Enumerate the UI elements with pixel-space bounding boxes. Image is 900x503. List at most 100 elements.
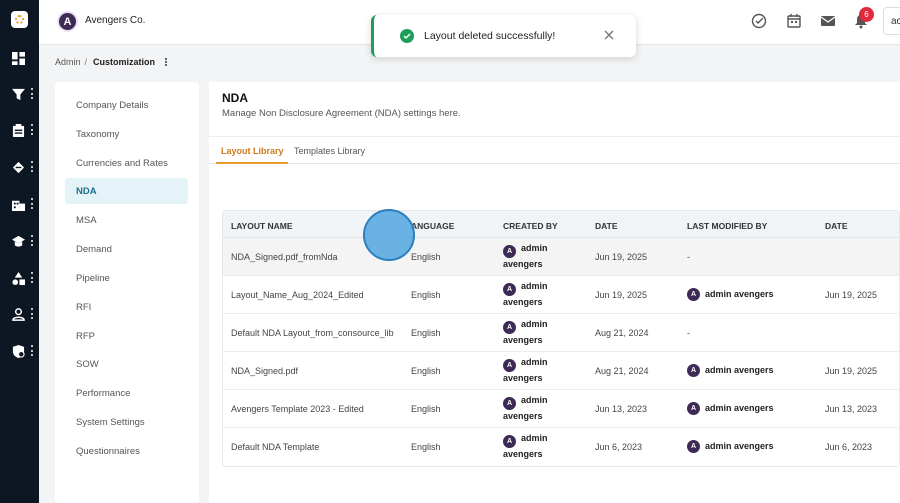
rail-menu-dots-icon[interactable] [31,88,34,99]
table-header: LAYOUT NAME ANGUAGE CREATED BY DATE LAST… [223,211,899,238]
creator-last-name: avengers [503,373,543,383]
rail-item-funnel[interactable] [0,84,39,104]
rail-menu-dots-icon[interactable] [31,345,34,356]
creator-first-name: admin [521,395,548,405]
tab-layout-library[interactable]: Layout Library [221,146,284,156]
menu-item-performance[interactable]: Performance [65,380,188,406]
date-cell: Jun 6, 2023 [595,442,643,452]
language-cell: English [411,252,441,262]
rail-menu-dots-icon[interactable] [31,161,34,172]
active-tab-indicator [216,162,288,164]
rail-menu-dots-icon[interactable] [31,272,34,283]
rail-item-shapes[interactable] [0,268,39,288]
layouts-table: LAYOUT NAME ANGUAGE CREATED BY DATE LAST… [222,210,900,467]
calendar-icon[interactable] [786,13,802,29]
rail-menu-dots-icon[interactable] [31,235,34,246]
logo-icon[interactable] [11,11,28,28]
layout-name-cell[interactable]: Layout_Name_Aug_2024_Edited [231,290,364,300]
column-header-modified-date[interactable]: DATE [825,221,848,231]
close-icon[interactable] [603,29,615,41]
menu-item-questionnaires[interactable]: Questionnaires [65,438,188,464]
creator-last-name: avengers [503,297,543,307]
column-header-language[interactable]: ANGUAGE [411,221,454,231]
avatar: A [503,245,516,258]
dashboard-icon [12,51,25,65]
menu-item-pipeline[interactable]: Pipeline [65,265,188,291]
rail-item-education[interactable] [0,231,39,251]
modifier-name: admin avengers [705,365,774,375]
layout-name-cell[interactable]: Default NDA Layout_from_consource_lib [231,328,394,338]
column-header-last-modified-by[interactable]: LAST MODIFIED BY [687,221,767,231]
page-subtitle: Manage Non Disclosure Agreement (NDA) se… [222,108,461,119]
breadcrumb-separator: / [84,57,88,67]
table-row[interactable]: Layout_Name_Aug_2024_Edited English A ad… [223,276,899,314]
menu-item-rfp[interactable]: RFP [65,323,188,349]
menu-item-msa[interactable]: MSA [65,207,188,233]
brand-logo[interactable]: A [57,11,78,32]
language-cell: English [411,290,441,300]
menu-item-company-details[interactable]: Company Details [65,92,188,118]
date-cell: Jun 19, 2025 [595,252,648,262]
menu-item-nda[interactable]: NDA [65,178,188,204]
menu-item-taxonomy[interactable]: Taxonomy [65,121,188,147]
kebab-menu-icon[interactable] [165,58,168,66]
date-cell: Aug 21, 2024 [595,328,649,338]
column-header-date[interactable]: DATE [595,221,618,231]
creator-last-name: avengers [503,411,543,421]
creator-first-name: admin [521,243,548,253]
notification-badge: 6 [859,7,874,22]
creator-last-name: avengers [503,335,543,345]
success-toast: Layout deleted successfully! [371,15,636,57]
menu-item-demand[interactable]: Demand [65,236,188,262]
brand-name: Avengers Co. [85,15,146,26]
avatar: A [503,397,516,410]
modified-date-cell: Jun 13, 2023 [825,404,878,414]
user-menu[interactable]: ac [883,7,900,35]
check-circle-icon[interactable] [751,13,767,29]
rail-item-handshake[interactable] [0,157,39,177]
layout-name-cell[interactable]: Avengers Template 2023 - Edited [231,404,364,414]
language-cell: English [411,442,441,452]
modifier-name: admin avengers [705,441,774,451]
mail-icon[interactable] [820,13,836,29]
avatar: A [503,359,516,372]
avatar: A [687,440,700,453]
modifier-name: admin avengers [705,403,774,413]
menu-item-currencies[interactable]: Currencies and Rates [65,150,188,176]
page-title: NDA [222,91,248,105]
table-row[interactable]: Default NDA Template English A admin ave… [223,428,899,466]
creator-last-name: avengers [503,259,543,269]
rail-item-dashboard[interactable] [0,48,39,68]
admin-settings-icon [12,344,25,358]
menu-item-system-settings[interactable]: System Settings [65,409,188,435]
main-content: NDA Manage Non Disclosure Agreement (NDA… [209,82,900,503]
rail-menu-dots-icon[interactable] [31,308,34,319]
layout-name-cell[interactable]: NDA_Signed.pdf [231,366,298,376]
rail-item-user[interactable] [0,304,39,324]
rail-menu-dots-icon[interactable] [31,198,34,209]
rail-item-clipboard[interactable] [0,120,39,140]
menu-item-sow[interactable]: SOW [65,351,188,377]
layout-name-cell[interactable]: Default NDA Template [231,442,319,452]
breadcrumb-admin[interactable]: Admin [55,57,81,67]
date-cell: Aug 21, 2024 [595,366,649,376]
modified-date-cell: Jun 6, 2023 [825,442,873,452]
tab-templates-library[interactable]: Templates Library [294,146,365,156]
table-row[interactable]: Avengers Template 2023 - Edited English … [223,390,899,428]
rail-item-admin[interactable] [0,341,39,361]
success-check-icon [400,29,414,43]
column-header-layout-name[interactable]: LAYOUT NAME [231,221,293,231]
left-nav-rail [0,0,39,503]
funnel-icon [12,88,25,100]
layout-name-cell[interactable]: NDA_Signed.pdf_fromNda [231,252,338,262]
table-row[interactable]: NDA_Signed.pdf_fromNda English A admin a… [223,238,899,276]
table-row[interactable]: NDA_Signed.pdf English A admin avengers … [223,352,899,390]
shapes-icon [12,271,25,285]
column-header-created-by[interactable]: CREATED BY [503,221,558,231]
menu-item-rfi[interactable]: RFI [65,294,188,320]
modifier-name: admin avengers [705,289,774,299]
table-row[interactable]: Default NDA Layout_from_consource_lib En… [223,314,899,352]
breadcrumb: Admin / Customization [55,57,168,67]
rail-item-building[interactable] [0,194,39,214]
rail-menu-dots-icon[interactable] [31,124,34,135]
